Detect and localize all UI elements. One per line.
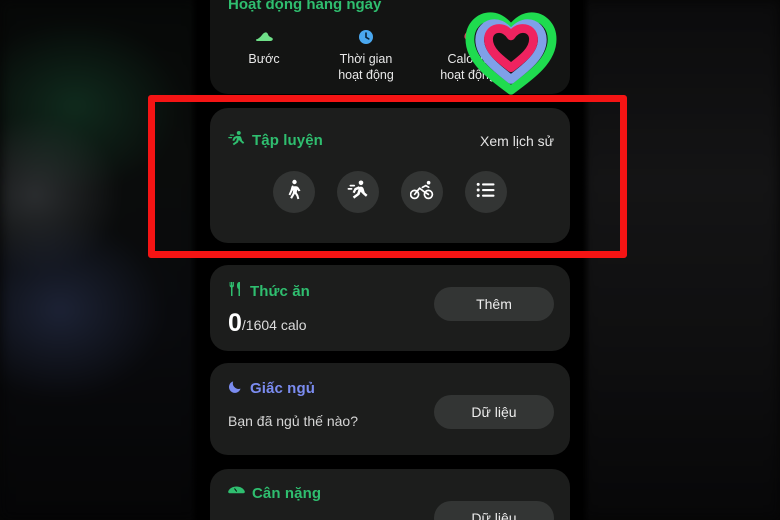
weight-card[interactable]: Cân nặng Dữ liệu [210, 469, 570, 520]
food-title: Thức ăn [250, 282, 310, 300]
food-title-group: Thức ăn [228, 281, 310, 301]
clock-icon [330, 26, 402, 48]
food-card[interactable]: Thức ăn 0/1604 calo Thêm [210, 265, 570, 351]
sleep-card[interactable]: Giấc ngủ Bạn đã ngủ thế nào? Dữ liệu [210, 363, 570, 455]
screenshot-stage: Hoạt động hằng ngày Bước Thời gian hoạt … [0, 0, 780, 520]
sleep-data-button[interactable]: Dữ liệu [434, 395, 554, 429]
metric-active-time[interactable]: Thời gian hoạt động [330, 26, 402, 83]
cycle-workout-button[interactable] [401, 171, 443, 213]
daily-activity-title: Hoạt động hằng ngày [228, 0, 382, 13]
moon-icon [228, 379, 243, 398]
workout-title: Tập luyện [252, 132, 323, 149]
food-calories: 0/1604 calo [228, 309, 307, 338]
weight-title: Cân nặng [252, 485, 322, 502]
workout-card[interactable]: Tập luyện Xem lịch sử [210, 108, 570, 243]
weight-data-button[interactable]: Dữ liệu [434, 501, 554, 520]
background-right-blur [582, 0, 780, 520]
walk-workout-button[interactable] [273, 171, 315, 213]
food-add-button[interactable]: Thêm [434, 287, 554, 321]
sleep-title: Giấc ngủ [250, 380, 315, 397]
cycling-icon [409, 180, 434, 205]
walking-icon [284, 179, 304, 206]
scale-icon [228, 485, 245, 502]
list-icon [476, 182, 496, 203]
metric-active-time-label: Thời gian hoạt động [338, 52, 394, 82]
workout-title-group: Tập luyện [228, 130, 323, 151]
phone-screen: Hoạt động hằng ngày Bước Thời gian hoạt … [198, 0, 582, 520]
weight-title-group: Cân nặng [228, 485, 321, 502]
running-person-icon [228, 130, 245, 151]
sleep-title-group: Giấc ngủ [228, 379, 315, 398]
food-calories-unit: /1604 calo [241, 317, 307, 333]
workout-shortcuts [210, 171, 570, 213]
activity-rings-heart [462, 6, 560, 96]
sleep-subtitle: Bạn đã ngủ thế nào? [228, 413, 359, 429]
daily-activity-card[interactable]: Hoạt động hằng ngày Bước Thời gian hoạt … [210, 0, 570, 96]
view-history-link[interactable]: Xem lịch sử [480, 133, 554, 149]
shoe-icon [228, 26, 300, 48]
metric-steps-label: Bước [248, 52, 280, 66]
background-left-blur [0, 0, 198, 520]
running-icon [347, 179, 369, 206]
run-workout-button[interactable] [337, 171, 379, 213]
workout-card-header: Tập luyện Xem lịch sử [228, 130, 554, 151]
more-workouts-button[interactable] [465, 171, 507, 213]
metric-steps[interactable]: Bước [228, 26, 300, 83]
fork-knife-icon [228, 281, 243, 301]
food-calories-value: 0 [228, 309, 242, 337]
